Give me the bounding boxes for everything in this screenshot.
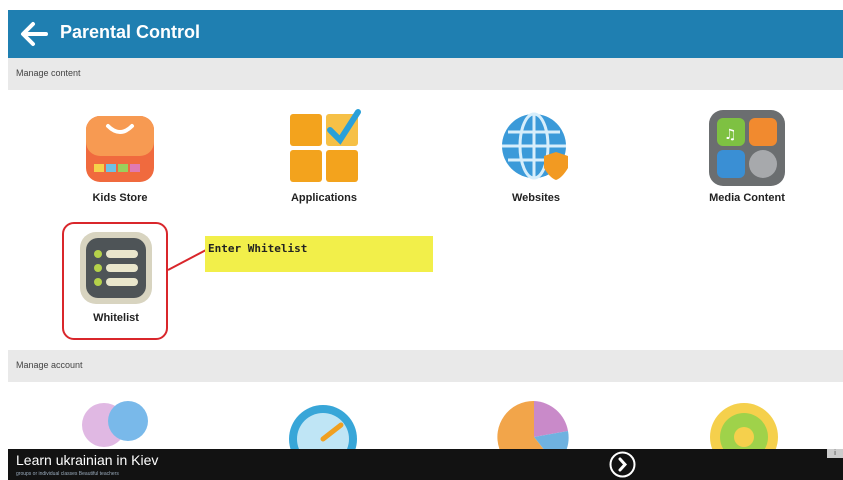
account-item-gauge[interactable] [283, 395, 363, 449]
kids-store-tile[interactable]: Kids Store [40, 108, 200, 218]
account-item-users[interactable] [78, 395, 158, 449]
tile-label: Websites [511, 192, 561, 204]
media-content-icon: ♫ [707, 108, 787, 188]
gear-icon [710, 403, 778, 449]
annotation-text: Enter Whitelist [208, 242, 308, 255]
media-content-tile[interactable]: ♫ Media Content [667, 108, 827, 218]
whitelist-highlight [62, 222, 168, 340]
applications-tile[interactable]: Applications [244, 108, 404, 218]
ad-banner[interactable]: Learn ukrainian in Kiev groups or indivi… [8, 449, 843, 480]
tile-label: Kids Store [92, 192, 148, 204]
tile-label: Applications [290, 192, 357, 204]
chevron-right-icon[interactable] [609, 451, 636, 478]
account-item-settings[interactable] [704, 395, 784, 449]
gauge-icon [289, 405, 357, 449]
tile-label: Media Content [709, 192, 785, 204]
section-header-manage-content: Manage content [8, 58, 843, 90]
section-title: Manage account [16, 360, 83, 370]
shopping-bag-icon [80, 108, 160, 188]
globe-shield-icon [496, 108, 576, 188]
applications-grid-icon [284, 108, 364, 188]
app-bar: Parental Control [8, 10, 843, 58]
section-header-manage-account: Manage account [8, 350, 843, 382]
pie-chart-icon [497, 400, 569, 449]
svg-text:♫: ♫ [724, 127, 737, 143]
back-arrow-icon[interactable] [16, 18, 52, 50]
ad-title[interactable]: Learn ukrainian in Kiev [16, 452, 158, 468]
page-title: Parental Control [60, 22, 201, 42]
callout-connector [167, 249, 207, 271]
account-item-reports[interactable] [494, 395, 574, 449]
websites-tile[interactable]: Websites [456, 108, 616, 218]
ad-subtitle: groups or individual classes Beautiful t… [16, 471, 119, 477]
section-title: Manage content [16, 68, 81, 78]
ad-info-icon[interactable]: i [827, 449, 843, 458]
users-icon [82, 401, 148, 447]
annotation-callout: Enter Whitelist [205, 236, 433, 272]
